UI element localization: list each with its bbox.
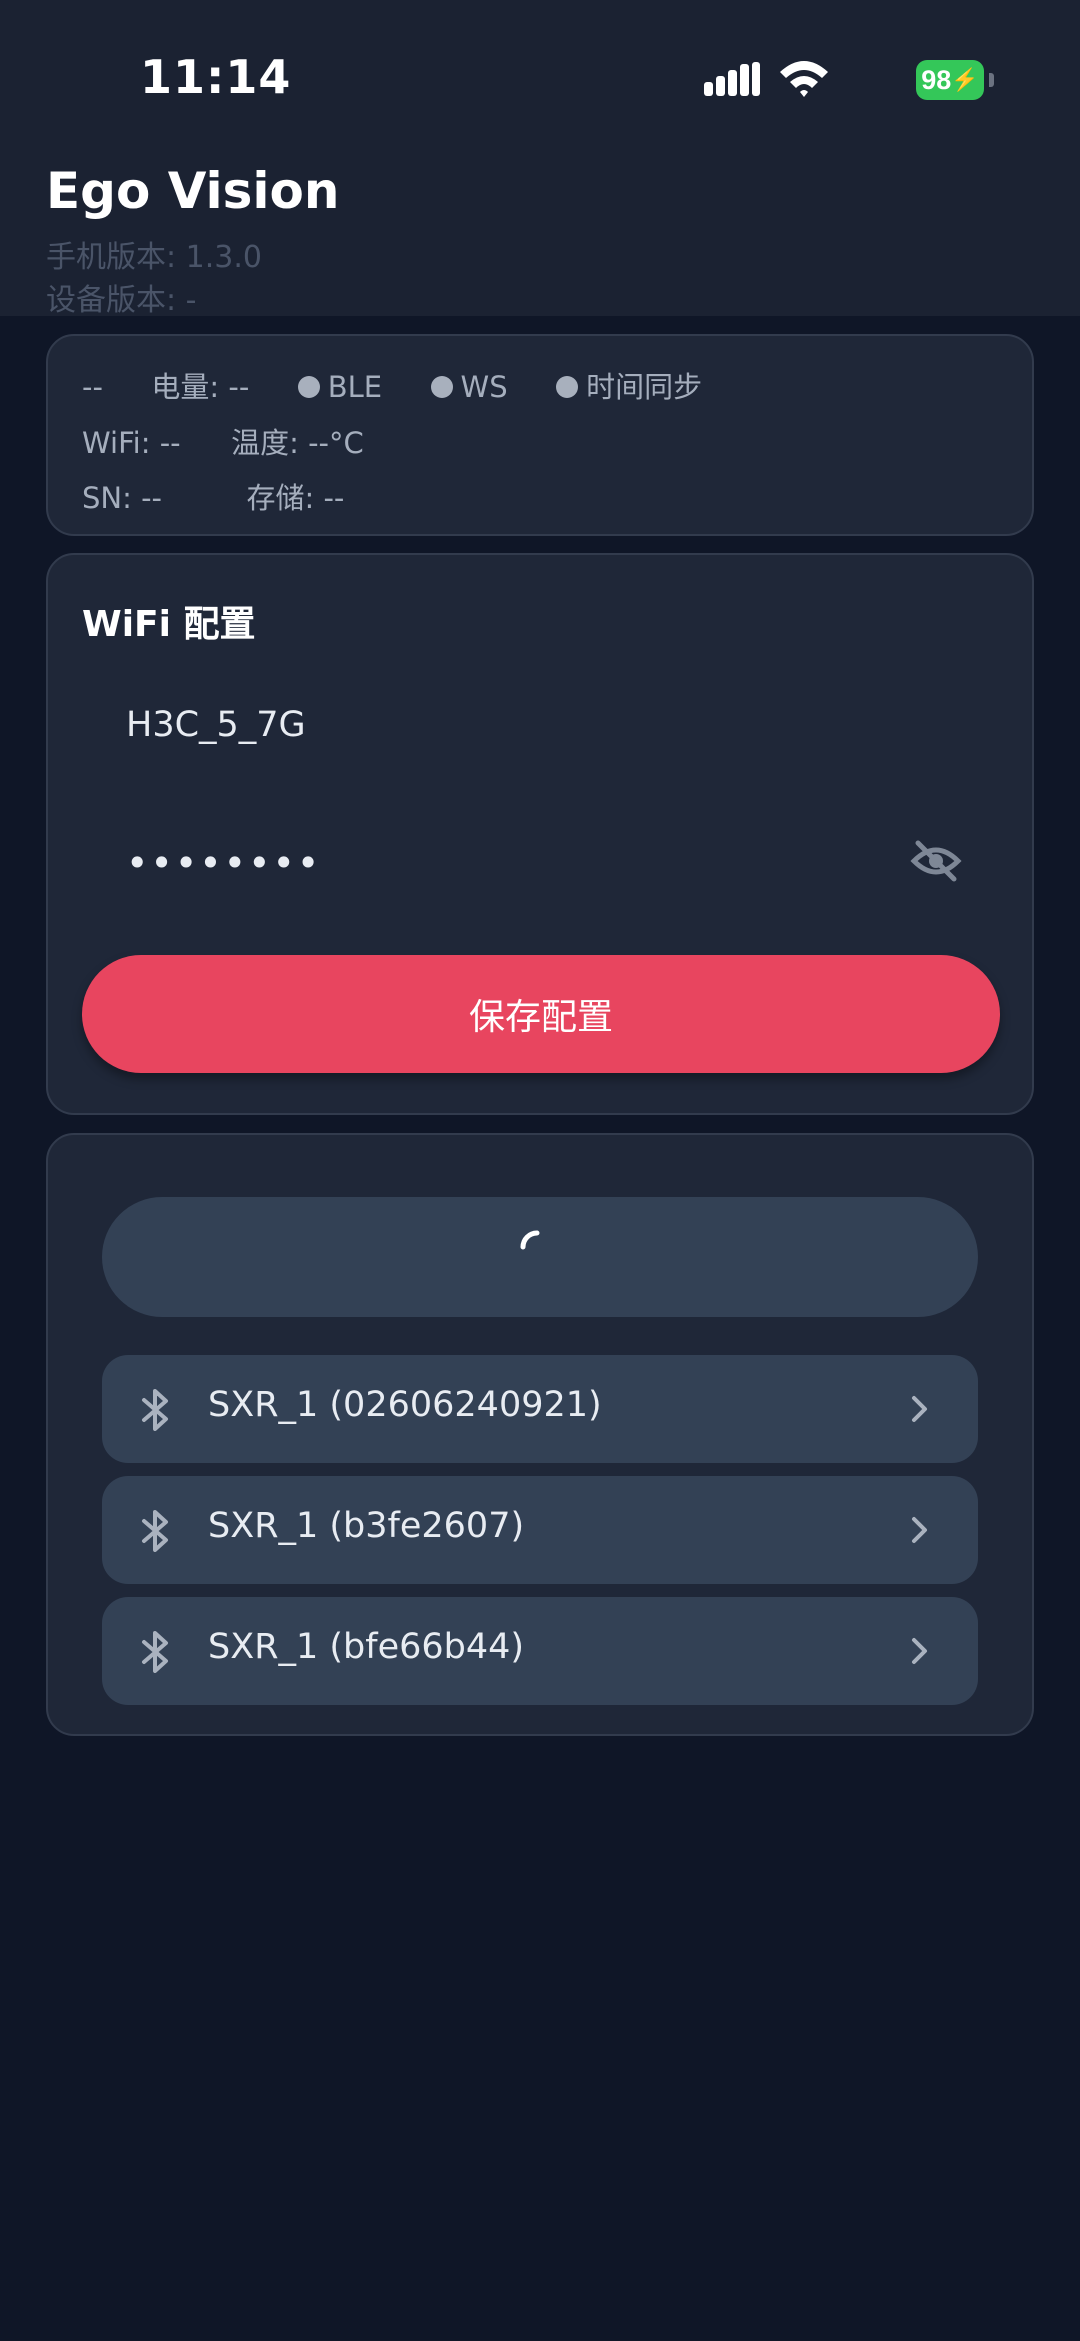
wifi-status: WiFi: -- xyxy=(82,426,181,460)
bluetooth-icon xyxy=(142,1631,168,1673)
device-info-card: -- 电量: -- BLE WS 时间同步 WiFi: -- 温度: --°C … xyxy=(46,334,1034,536)
status-time: 11:14 xyxy=(140,50,292,104)
ws-label: WS xyxy=(460,370,508,404)
wifi-config-card: WiFi 配置 H3C_5_7G •••••••• 保存配置 xyxy=(46,553,1034,1115)
device-label: SXR_1 (bfe66b44) xyxy=(208,1627,525,1667)
chevron-right-icon xyxy=(912,1638,927,1664)
wifi-temp-row: WiFi: -- 温度: --°C xyxy=(82,420,364,462)
battery-level: 98 xyxy=(921,64,952,95)
wifi-icon xyxy=(780,61,828,97)
device-status-row: -- 电量: -- BLE WS 时间同步 xyxy=(82,364,702,406)
device-list-item[interactable]: SXR_1 (02606240921) xyxy=(102,1355,978,1463)
ssid-input[interactable]: H3C_5_7G xyxy=(126,705,306,745)
device-label: SXR_1 (02606240921) xyxy=(208,1385,602,1425)
chevron-right-icon xyxy=(912,1396,927,1422)
app-header: 11:14 98 ⚡ Ego Vision 手机版本: 1.3.0 设备版本: - xyxy=(0,0,1080,318)
scan-button[interactable] xyxy=(102,1197,978,1317)
app-title: Ego Vision xyxy=(46,162,340,220)
phone-version: 手机版本: 1.3.0 xyxy=(46,240,262,275)
time-sync-label: 时间同步 xyxy=(586,370,703,404)
bluetooth-icon xyxy=(142,1510,168,1552)
time-sync-indicator xyxy=(556,376,579,398)
device-version: 设备版本: - xyxy=(46,283,197,318)
devices-card: SXR_1 (02606240921) SXR_1 (b3fe2607) SXR… xyxy=(46,1133,1034,1736)
password-input[interactable]: •••••••• xyxy=(126,841,321,885)
status-icons: 98 ⚡ xyxy=(694,56,994,104)
device-label: SXR_1 (b3fe2607) xyxy=(208,1506,525,1546)
device-name: -- xyxy=(82,370,103,404)
device-list-item[interactable]: SXR_1 (bfe66b44) xyxy=(102,1597,978,1705)
wifi-config-title: WiFi 配置 xyxy=(82,604,256,645)
save-config-button[interactable]: 保存配置 xyxy=(82,955,1000,1073)
chevron-right-icon xyxy=(912,1517,927,1543)
battery-status: 电量: -- xyxy=(151,370,250,404)
temperature-status: 温度: --°C xyxy=(231,426,364,460)
sn-status: SN: -- xyxy=(82,481,163,515)
device-list-item[interactable]: SXR_1 (b3fe2607) xyxy=(102,1476,978,1584)
ble-label: BLE xyxy=(327,370,383,404)
bluetooth-icon xyxy=(142,1389,168,1431)
ble-indicator xyxy=(297,376,320,398)
ws-indicator xyxy=(430,376,453,398)
storage-status: 存储: -- xyxy=(246,481,345,515)
loading-spinner-icon xyxy=(520,1230,540,1250)
sn-storage-row: SN: -- 存储: -- xyxy=(82,475,344,517)
battery-charging-icon: 98 ⚡ xyxy=(916,60,994,100)
eye-off-icon[interactable] xyxy=(910,839,962,883)
signal-icon xyxy=(704,62,760,96)
